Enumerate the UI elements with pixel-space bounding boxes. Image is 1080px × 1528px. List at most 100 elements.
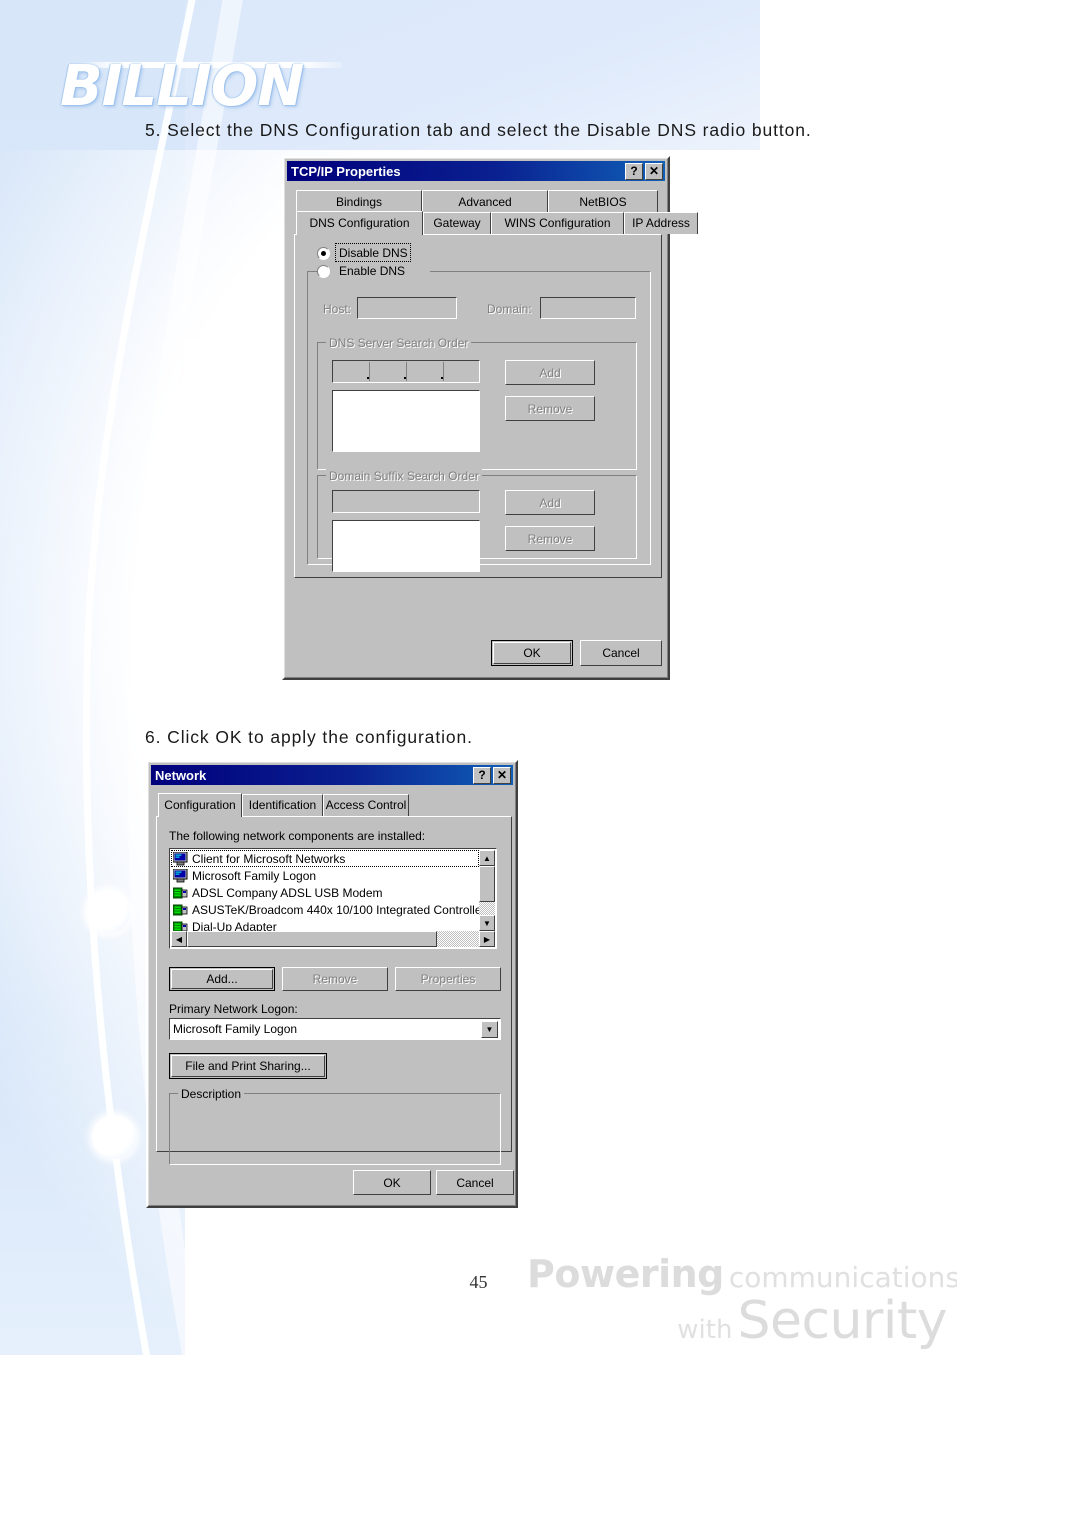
monitor-icon [172,868,188,883]
components-label: The following network components are ins… [169,829,426,843]
list-item-label: Client for Microsoft Networks [192,851,346,866]
properties-button-label: Properties [420,972,476,986]
tab-configuration-label: Configuration [164,798,236,812]
tcpip-properties-dialog: TCP/IP Properties ? ✕ Bindings Advanced … [282,156,698,680]
hscroll-thumb[interactable] [187,931,437,947]
list-item-label: Microsoft Family Logon [192,868,317,883]
dns-remove-button[interactable]: Remove [505,396,595,421]
background-node-upper [86,890,130,934]
primary-network-logon-label: Primary Network Logon: [169,1002,298,1016]
tab-wins-configuration[interactable]: WINS Configuration [491,212,624,234]
network-titlebar[interactable]: Network ? ✕ [151,765,513,785]
tab-dns-configuration-label: DNS Configuration [309,216,410,230]
tab-ip-address-label: IP Address [632,216,690,230]
disable-dns-label[interactable]: Disable DNS [339,246,408,260]
host-field[interactable] [357,297,457,319]
dns-server-ip-input[interactable] [332,360,480,383]
scroll-down-button[interactable]: ▼ [479,915,495,931]
dns-add-button-label: Add [539,365,561,380]
tab-ip-address[interactable]: IP Address [624,212,698,234]
tab-configuration[interactable]: Configuration [158,793,242,817]
help-icon[interactable]: ? [625,162,643,180]
domain-label: Domain: [487,302,532,316]
tab-advanced-label: Advanced [458,195,512,209]
network-card-icon [172,903,188,917]
primary-network-logon-value: Microsoft Family Logon [173,1022,298,1036]
scroll-up-button[interactable]: ▲ [479,850,495,866]
tab-advanced[interactable]: Advanced [422,190,548,213]
suffix-remove-button[interactable]: Remove [505,526,595,551]
network-cancel-button[interactable]: Cancel [436,1170,514,1195]
tab-wins-configuration-label: WINS Configuration [504,216,611,230]
list-item[interactable]: ASUSTeK/Broadcom 440x 10/100 Integrated … [171,901,479,918]
instruction-step-5: 5. Select the DNS Configuration tab and … [145,120,812,140]
file-and-print-sharing-button[interactable]: File and Print Sharing... [169,1053,327,1079]
close-icon[interactable]: ✕ [645,162,663,180]
scroll-left-button[interactable]: ◀ [171,931,187,947]
suffix-add-button-label: Add [539,495,561,510]
domain-suffix-list[interactable] [332,520,480,572]
network-card-icon [172,886,188,900]
list-item[interactable]: Microsoft Family Logon [171,867,479,884]
components-list-vscrollbar[interactable]: ▲ ▼ [479,850,495,931]
close-icon[interactable]: ✕ [493,766,511,784]
suffix-add-button[interactable]: Add [505,490,595,515]
list-item[interactable]: ADSL Company ADSL USB Modem [171,884,479,901]
remove-button-label: Remove [312,972,358,986]
domain-suffix-search-order-legend: Domain Suffix Search Order [326,469,482,483]
watermark-security: Security [737,1291,947,1351]
watermark-with: with [677,1315,733,1345]
tab-gateway-label: Gateway [433,216,481,230]
footer-watermark: Powering communications withSecurity [527,1255,957,1347]
remove-button[interactable]: Remove [282,967,388,991]
list-item[interactable]: Dial-Up Adapter [171,918,479,931]
tcpip-titlebar[interactable]: TCP/IP Properties ? ✕ [287,161,665,181]
tab-netbios[interactable]: NetBIOS [548,190,658,213]
enable-dns-label[interactable]: Enable DNS [339,264,410,278]
description-group: Description [169,1087,501,1165]
network-tabpage: The following network components are ins… [156,816,512,1165]
tab-identification-label: Identification [248,798,317,812]
network-ok-button-label: OK [383,1175,401,1190]
tab-dns-configuration[interactable]: DNS Configuration [296,211,423,235]
domain-suffix-input[interactable] [332,490,480,513]
tab-identification[interactable]: Identification [242,794,323,816]
tab-access-control-label: Access Control [325,798,407,812]
network-cancel-button-label: Cancel [456,1175,494,1190]
list-item-label: Dial-Up Adapter [192,919,277,932]
chevron-down-icon[interactable]: ▼ [481,1021,498,1038]
tab-netbios-label: NetBIOS [579,195,627,209]
vscroll-thumb[interactable] [479,866,495,902]
disable-dns-radio[interactable] [317,247,330,260]
add-button-label: Add... [206,972,238,986]
network-components-list[interactable]: Client for Microsoft Networks Microsoft … [169,848,497,949]
primary-network-logon-select[interactable]: Microsoft Family Logon ▼ [169,1018,501,1040]
help-icon[interactable]: ? [473,766,491,784]
components-list-hscrollbar[interactable]: ◀ ▶ [171,931,495,947]
tab-bindings[interactable]: Bindings [296,190,422,213]
tab-gateway[interactable]: Gateway [423,212,491,234]
tcpip-ok-button[interactable]: OK [491,640,573,666]
monitor-icon [172,851,188,866]
list-item[interactable]: Client for Microsoft Networks [171,850,479,867]
tcpip-tabpage: Disable DNS Enable DNS Host: Domain: DNS… [294,234,662,578]
network-title: Network [155,767,207,783]
background-node-lower [92,1115,136,1159]
dns-server-list[interactable] [332,390,480,452]
network-ok-button[interactable]: OK [353,1170,431,1195]
add-button[interactable]: Add... [169,967,275,991]
host-label: Host: [323,302,352,316]
properties-button[interactable]: Properties [395,967,501,991]
brand-logo: BILLION [60,54,304,119]
document-page: BILLION 5. Select the DNS Configuration … [0,0,1080,1528]
enable-dns-radio[interactable] [317,265,330,278]
scroll-right-button[interactable]: ▶ [479,931,495,947]
domain-field[interactable] [540,297,636,319]
file-and-print-sharing-label: File and Print Sharing... [185,1059,311,1073]
tab-access-control[interactable]: Access Control [323,794,409,816]
tcpip-cancel-button[interactable]: Cancel [580,640,662,666]
network-card-icon [172,920,188,931]
dns-add-button[interactable]: Add [505,360,595,385]
disable-dns-radio-dot [321,251,326,256]
tab-bindings-label: Bindings [335,195,383,209]
